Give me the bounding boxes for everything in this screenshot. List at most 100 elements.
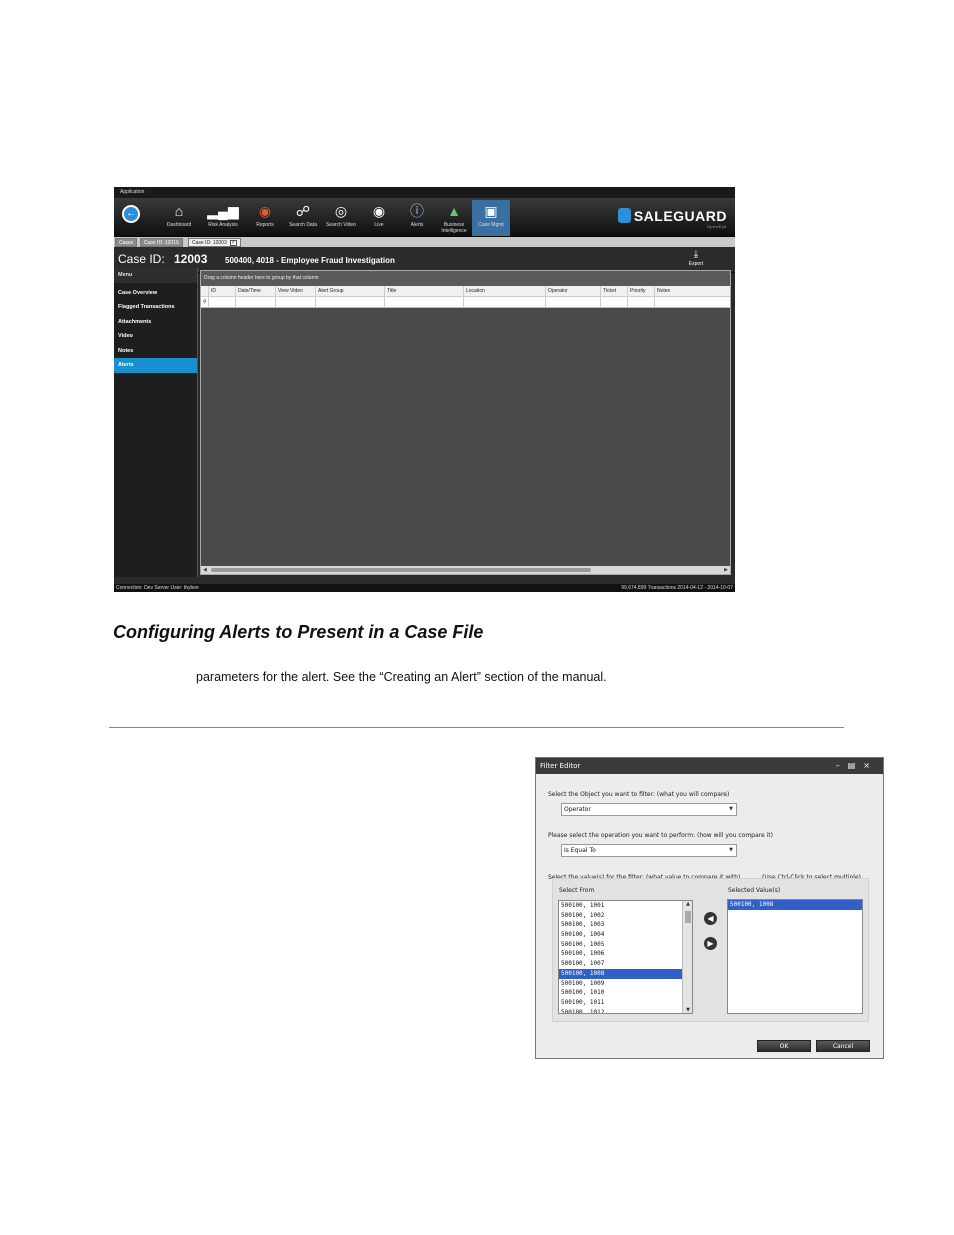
list-item[interactable]: 500100, 1010 [559, 988, 692, 998]
list-item[interactable]: 500100, 1011 [559, 998, 692, 1008]
grid-filter-row: ⚲ [201, 297, 730, 308]
select-from-list[interactable]: 500100, 1001 500100, 1002 500100, 1003 5001… [558, 900, 693, 1014]
selected-values-list[interactable]: 500100, 1008 [727, 899, 863, 1014]
horizontal-divider [109, 727, 844, 728]
filter-cell[interactable] [655, 297, 730, 307]
horizontal-scrollbar[interactable]: ◀ ▶ [201, 566, 730, 574]
values-panel: Select From Selected Value(s) 500100, 10… [552, 878, 869, 1022]
list-item[interactable]: 500100, 1006 [559, 949, 692, 959]
download-icon: ⤓ [693, 249, 699, 260]
list-item[interactable]: 500100, 1007 [559, 959, 692, 969]
list-item[interactable]: 500100, 1012 [559, 1008, 692, 1013]
filter-cell[interactable] [236, 297, 276, 307]
select-from-label: Select From [559, 887, 595, 894]
tab-case-12016[interactable]: Case ID: 12016 [140, 238, 183, 247]
scrollbar-thumb[interactable] [685, 911, 691, 923]
case-id-label: Case ID: [118, 252, 165, 266]
selected-items: 500100, 1008 [728, 900, 862, 910]
group-by-hint[interactable]: Drag a column header here to group by th… [201, 271, 730, 286]
toolbar-reports[interactable]: ◉ Reports [246, 200, 284, 236]
search-data-icon: ☍ [295, 203, 311, 219]
toolbar-business-intelligence[interactable]: ▲ Business Intelligence [435, 200, 473, 236]
export-button[interactable]: ⤓ Export [685, 249, 707, 267]
scroll-left-icon[interactable]: ◀ [203, 566, 207, 574]
menu-item-notes[interactable]: Notes [114, 344, 197, 359]
scroll-right-icon[interactable]: ▶ [724, 566, 728, 574]
scroll-up-icon[interactable]: ▲ [683, 901, 692, 907]
column-header-priority[interactable]: Priority [628, 286, 655, 296]
list-item[interactable]: 500100, 1005 [559, 940, 692, 950]
menu-item-attachments[interactable]: Attachments [114, 315, 197, 330]
column-header-view-video[interactable]: View Video [276, 286, 316, 296]
filter-cell[interactable] [316, 297, 385, 307]
case-icon: ▣ [484, 203, 498, 219]
list-item[interactable]: 500100, 1008 [559, 968, 692, 979]
close-tab-icon[interactable]: × [229, 240, 237, 246]
toolbar-case-mgmt[interactable]: ▣ Case Mgmt [472, 200, 510, 236]
maximize-icon[interactable]: ▤ [848, 761, 864, 770]
home-icon: ⌂ [174, 203, 184, 219]
toolbar-search-data[interactable]: ☍ Search Data [284, 200, 322, 236]
cancel-button[interactable]: Cancel [816, 1040, 870, 1052]
minimize-icon[interactable]: – [836, 761, 848, 770]
filter-editor-dialog: Filter Editor –▤× Select the Object you … [535, 757, 884, 1059]
connection-status: Connection: Dev Server User: tbybee [116, 585, 199, 591]
alerts-grid: Drag a column header here to group by th… [200, 270, 731, 575]
filter-cell[interactable] [209, 297, 236, 307]
toolbar-dashboard[interactable]: ⌂ Dashboard [160, 200, 198, 236]
list-item[interactable]: 500100, 1001 [559, 901, 692, 911]
list-item[interactable]: 500100, 1004 [559, 930, 692, 940]
toolbar-alerts[interactable]: ⓘ Alerts [398, 200, 436, 236]
filter-cell[interactable] [276, 297, 316, 307]
filter-icon[interactable]: ⚲ [201, 297, 209, 307]
select-from-items: 500100, 1001 500100, 1002 500100, 1003 5001… [559, 901, 692, 1013]
list-item[interactable]: 500100, 1003 [559, 920, 692, 930]
list-item[interactable]: 500100, 1002 [559, 911, 692, 921]
toolbar-search-video[interactable]: ◎ Search Video [322, 200, 360, 236]
application-menu[interactable]: Application [114, 187, 735, 198]
filter-cell[interactable] [464, 297, 546, 307]
search-video-icon: ◎ [334, 203, 348, 219]
menu-item-video[interactable]: Video [114, 329, 197, 344]
move-right-icon[interactable]: ▶ [704, 937, 717, 950]
section-heading: Configuring Alerts to Present in a Case … [113, 622, 484, 642]
menu-item-flagged-transactions[interactable]: Flagged Transactions [114, 300, 197, 315]
saleguard-screenshot: Application ← ⌂ Dashboard ▂▄▆ Risk Analysi… [114, 187, 735, 592]
object-select[interactable]: Operator ▼ [561, 803, 737, 816]
menu-item-case-overview[interactable]: Case Overview [114, 286, 197, 301]
chevron-down-icon: ▼ [729, 806, 733, 812]
ok-button[interactable]: OK [757, 1040, 811, 1052]
toolbar-live[interactable]: ◉ Live [360, 200, 398, 236]
column-header-alert-group[interactable]: Alert Group [316, 286, 385, 296]
column-header-operator[interactable]: Operator [546, 286, 601, 296]
operation-select[interactable]: Is Equal To ▼ [561, 844, 737, 857]
vertical-scrollbar[interactable]: ▲ ▼ [682, 901, 692, 1013]
tab-case-12003[interactable]: Case ID: 12003 × [188, 238, 241, 247]
filter-cell[interactable] [601, 297, 628, 307]
tab-cases[interactable]: Cases [115, 238, 138, 247]
transaction-summary: 99,674,899 Transactions 2014-04-12 - 201… [621, 585, 733, 591]
scrollbar-thumb[interactable] [211, 568, 591, 572]
column-header-ticket[interactable]: Ticket [601, 286, 628, 296]
column-header-id[interactable]: ID [209, 286, 236, 296]
toolbar-risk-analysis[interactable]: ▂▄▆ Risk Analysis [204, 200, 242, 236]
scroll-down-icon[interactable]: ▼ [683, 1007, 692, 1013]
case-menu: Menu Case Overview Flagged Transactions … [114, 268, 198, 577]
move-left-icon[interactable]: ◀ [704, 912, 717, 925]
menu-item-alerts[interactable]: Alerts [114, 358, 197, 373]
list-item[interactable]: 500100, 1008 [728, 900, 862, 910]
column-header-location[interactable]: Location [464, 286, 546, 296]
column-header-date-time[interactable]: Date/Time [236, 286, 276, 296]
filter-cell[interactable] [628, 297, 655, 307]
filter-cell[interactable] [385, 297, 464, 307]
window-controls: –▤× [836, 758, 878, 774]
row-indicator-header [201, 286, 209, 296]
back-arrow-icon[interactable]: ← [122, 205, 140, 223]
pie-chart-icon: ◉ [258, 203, 272, 219]
filter-cell[interactable] [546, 297, 601, 307]
column-header-notes[interactable]: Notes [655, 286, 730, 296]
list-item[interactable]: 500100, 1009 [559, 979, 692, 989]
column-header-title[interactable]: Title [385, 286, 464, 296]
close-icon[interactable]: × [863, 761, 878, 770]
shield-logo-icon [617, 208, 631, 223]
